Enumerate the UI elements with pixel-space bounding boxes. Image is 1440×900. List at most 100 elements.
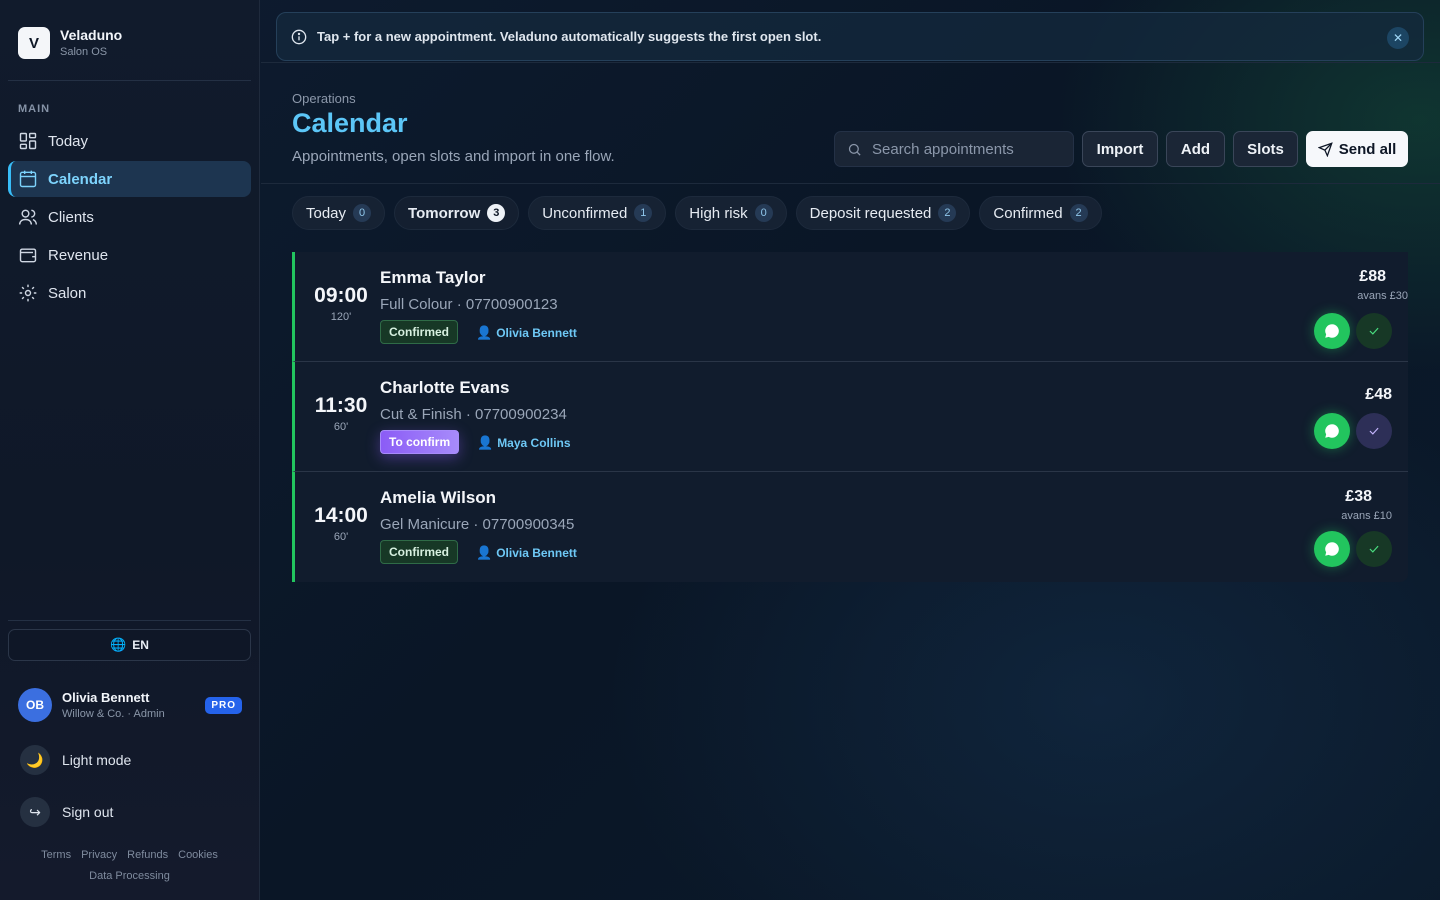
tab-unconfirmed[interactable]: Unconfirmed 1 — [528, 196, 667, 230]
brand-logo: V — [18, 27, 50, 59]
sidebar-divider — [8, 80, 251, 81]
tab-today[interactable]: Today 0 — [292, 196, 386, 230]
sidebar-item-clients[interactable]: Clients — [8, 199, 251, 235]
globe-icon: 🌐 — [110, 637, 127, 652]
status-badge: To confirm — [380, 430, 460, 454]
sidebar-item-label: Calendar — [48, 170, 113, 188]
tab-count: 0 — [353, 204, 372, 222]
sidebar-item-today[interactable]: Today — [8, 123, 251, 159]
tab-count: 2 — [1069, 204, 1088, 222]
whatsapp-button[interactable] — [1314, 531, 1350, 567]
avatar: OB — [18, 688, 52, 722]
search-box[interactable] — [834, 131, 1074, 167]
sidebar: V Veladuno Salon OS MAIN Today Calendar … — [0, 0, 260, 900]
sidebar-section-label: MAIN — [18, 103, 51, 115]
footer-link-privacy[interactable]: Privacy — [81, 849, 117, 861]
slots-button[interactable]: Slots — [1233, 131, 1298, 167]
moon-icon: 🌙 — [20, 745, 50, 775]
person-icon: 👤 — [476, 325, 493, 340]
light-mode-label: Light mode — [62, 752, 132, 768]
brand-subtitle: Salon OS — [60, 46, 108, 58]
staff-member[interactable]: 👤 Olivia Bennett — [476, 325, 577, 341]
client-name[interactable]: Amelia Wilson — [380, 488, 496, 508]
footer-link-terms[interactable]: Terms — [41, 849, 71, 861]
appointment-row[interactable]: 11:30 60' Charlotte Evans Cut & Finish ·… — [292, 362, 1408, 472]
duration: 60' — [333, 421, 349, 433]
send-all-label: Send all — [1338, 140, 1397, 158]
chat-bubble-icon — [1325, 424, 1339, 438]
client-name[interactable]: Charlotte Evans — [380, 378, 509, 398]
grid-icon — [19, 132, 37, 150]
tab-label: Tomorrow — [408, 204, 481, 222]
check-icon — [1369, 427, 1379, 435]
page-title: Calendar — [292, 108, 408, 138]
sidebar-item-calendar[interactable]: Calendar — [8, 161, 251, 197]
appointment-time: 14:00 60' — [308, 504, 374, 543]
import-button[interactable]: Import — [1082, 131, 1158, 167]
time-value: 09:00 — [314, 284, 368, 307]
staff-name: Olivia Bennett — [496, 546, 577, 560]
appointment-row[interactable]: 09:00 120' Emma Taylor Full Colour · 077… — [292, 252, 1408, 362]
brand-name: Veladuno — [60, 27, 123, 43]
breadcrumb: Operations — [292, 91, 356, 106]
service-info: Cut & Finish · 07700900234 — [380, 406, 567, 423]
sign-out-button[interactable]: ↪ Sign out — [20, 797, 113, 827]
tab-deposit-requested[interactable]: Deposit requested 2 — [795, 196, 971, 230]
confirm-button[interactable] — [1356, 313, 1392, 349]
appointment-row[interactable]: 14:00 60' Amelia Wilson Gel Manicure · 0… — [292, 472, 1408, 582]
banner-text: Tap + for a new appointment. Veladuno au… — [317, 29, 822, 44]
status-badge: Confirmed — [380, 320, 458, 344]
sidebar-item-salon[interactable]: Salon — [8, 275, 251, 311]
user-card[interactable]: OB Olivia Bennett Willow & Co. · Admin P… — [18, 688, 242, 722]
person-icon: 👤 — [476, 545, 493, 560]
service-info: Full Colour · 07700900123 — [380, 296, 558, 313]
tab-confirmed[interactable]: Confirmed 2 — [979, 196, 1102, 230]
tab-high-risk[interactable]: High risk 0 — [675, 196, 787, 230]
light-mode-button[interactable]: 🌙 Light mode — [20, 745, 131, 775]
person-icon: 👤 — [477, 435, 494, 450]
language-label: EN — [132, 638, 149, 652]
close-icon[interactable]: ✕ — [1387, 27, 1409, 49]
client-name[interactable]: Emma Taylor — [380, 268, 486, 288]
language-button[interactable]: 🌐 EN — [8, 629, 251, 661]
time-value: 14:00 — [314, 504, 368, 527]
search-icon — [848, 143, 861, 156]
status-badge: Confirmed — [380, 540, 458, 564]
calendar-icon — [19, 170, 37, 188]
tab-tomorrow[interactable]: Tomorrow 3 — [394, 196, 520, 230]
page-subtitle: Appointments, open slots and import in o… — [292, 148, 615, 165]
staff-member[interactable]: 👤 Maya Collins — [477, 435, 571, 451]
info-icon — [291, 29, 307, 44]
sign-out-icon: ↪ — [20, 797, 50, 827]
price: £38 — [1345, 488, 1372, 505]
filter-tabs: Today 0 Tomorrow 3 Unconfirmed 1 High risk 0… — [292, 196, 1111, 230]
confirm-button[interactable] — [1356, 413, 1392, 449]
tab-label: Today — [306, 204, 347, 222]
staff-name: Olivia Bennett — [496, 326, 577, 340]
price: £88 — [1359, 268, 1386, 285]
sidebar-item-revenue[interactable]: Revenue — [8, 237, 251, 273]
send-all-button[interactable]: Send all — [1306, 131, 1408, 167]
staff-member[interactable]: 👤 Olivia Bennett — [476, 545, 577, 561]
staff-name: Maya Collins — [497, 436, 571, 450]
whatsapp-button[interactable] — [1314, 413, 1350, 449]
footer-links: Terms Privacy Refunds Cookies Data Processi… — [8, 845, 251, 887]
search-input[interactable] — [872, 140, 1062, 158]
whatsapp-button[interactable] — [1314, 313, 1350, 349]
duration: 60' — [333, 531, 349, 543]
tab-count: 1 — [634, 204, 653, 222]
users-icon — [18, 209, 38, 225]
tab-count: 3 — [487, 204, 506, 222]
appointment-time: 11:30 60' — [308, 394, 374, 433]
brand[interactable]: V Veladuno Salon OS — [18, 27, 122, 59]
user-name: Olivia Bennett — [62, 690, 150, 705]
tab-count: 0 — [754, 204, 773, 222]
footer-link-cookies[interactable]: Cookies — [178, 849, 218, 861]
footer-link-data-processing[interactable]: Data Processing — [89, 870, 170, 882]
add-button[interactable]: Add — [1166, 131, 1225, 167]
sidebar-divider — [8, 620, 251, 621]
confirm-button[interactable] — [1356, 531, 1392, 567]
gear-icon — [19, 284, 37, 302]
footer-link-refunds[interactable]: Refunds — [127, 849, 168, 861]
wallet-icon — [19, 248, 37, 263]
